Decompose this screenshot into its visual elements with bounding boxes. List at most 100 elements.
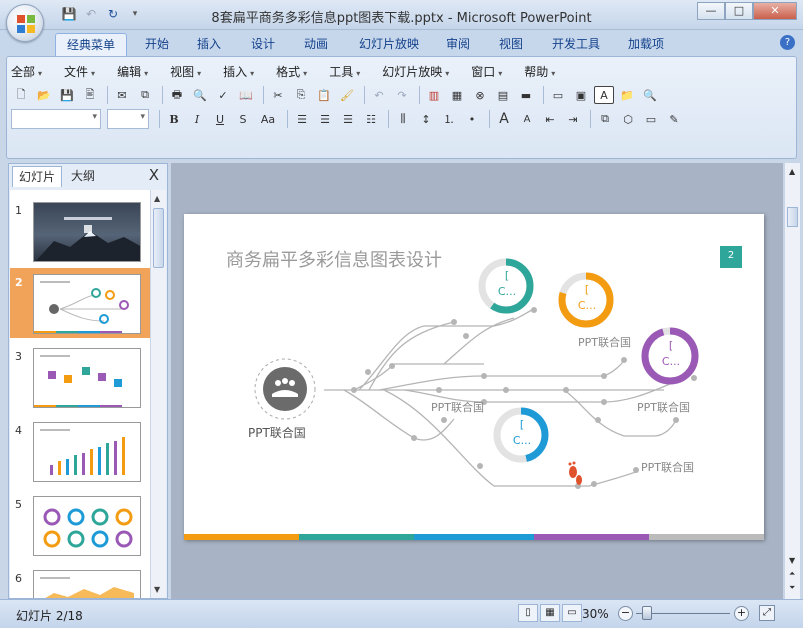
quick-styles-icon[interactable]: ⬡ [618, 110, 638, 128]
scroll-down-icon[interactable]: ▼ [789, 556, 795, 565]
permission-icon[interactable]: 🖹 [80, 86, 100, 104]
office-button[interactable] [6, 4, 44, 42]
tab-slideshow[interactable]: 幻灯片放映 [350, 33, 428, 56]
next-slide-icon[interactable]: ⏷ [789, 583, 795, 593]
zoom-icon[interactable]: 🔍 [640, 86, 660, 104]
menu-edit[interactable]: 编辑 [117, 63, 148, 81]
slide-canvas[interactable]: 商务扁平多彩信息图表设计 2 [C... [C... [C... [C.… [184, 214, 764, 540]
previous-slide-icon[interactable]: ⏶ [789, 569, 795, 579]
print-preview-icon[interactable]: 🔍 [190, 86, 210, 104]
scroll-thumb[interactable] [153, 208, 164, 268]
align-left-icon[interactable]: ☰ [292, 110, 312, 128]
menu-format[interactable]: 格式 [276, 63, 307, 81]
color-grayscale-icon[interactable]: ▬ [516, 86, 536, 104]
print-icon[interactable]: 🖶 [167, 86, 187, 104]
menu-window[interactable]: 窗口 [471, 63, 502, 81]
close-panel-icon[interactable]: X [149, 166, 159, 184]
grow-font-button[interactable]: A [494, 110, 514, 128]
tab-classic-menu[interactable]: 经典菜单 [55, 33, 127, 56]
branch-label-4[interactable]: PPT联合国 [641, 459, 694, 475]
line-spacing-icon[interactable]: ↕ [416, 110, 436, 128]
menu-help[interactable]: 帮助 [524, 63, 555, 81]
shadow-button[interactable]: S [233, 110, 253, 128]
save-icon[interactable]: 💾 [57, 86, 77, 104]
shrink-font-button[interactable]: A [517, 110, 537, 128]
publish-icon[interactable]: ⧉ [135, 86, 155, 104]
zoom-in-button[interactable]: + [734, 606, 749, 621]
underline-button[interactable]: U [210, 110, 230, 128]
align-center-icon[interactable]: ☰ [315, 110, 335, 128]
tab-view[interactable]: 视图 [490, 33, 532, 56]
menu-all[interactable]: 全部 [11, 63, 42, 81]
branch-label-3[interactable]: PPT联合国 [637, 399, 690, 415]
change-case-button[interactable]: Aa [256, 110, 280, 128]
align-right-icon[interactable]: ☰ [338, 110, 358, 128]
slide-sorter-icon[interactable]: ▦ [540, 604, 560, 622]
paste-icon[interactable]: 📋 [314, 86, 334, 104]
table-icon[interactable]: ▦ [447, 86, 467, 104]
shape-fill-icon[interactable]: ▭ [641, 110, 661, 128]
new-slide-icon[interactable]: ▭ [548, 86, 568, 104]
scroll-down-icon[interactable]: ▼ [154, 585, 160, 594]
thumbnail-slide-3[interactable]: 3 [10, 342, 150, 412]
thumbnail-slide-5[interactable]: 5 [10, 490, 150, 560]
new-file-icon[interactable]: 🗋 [11, 86, 31, 104]
arrange-icon[interactable]: ⧉ [595, 110, 615, 128]
tab-slides[interactable]: 幻灯片 [12, 166, 63, 187]
undo-icon[interactable]: ↶ [369, 86, 389, 104]
tab-animation[interactable]: 动画 [295, 33, 337, 56]
justify-icon[interactable]: ☷ [361, 110, 381, 128]
minimize-button[interactable]: — [697, 2, 725, 20]
shapes-icon[interactable]: 📁 [617, 86, 637, 104]
tab-addins[interactable]: 加载项 [620, 33, 672, 56]
menu-insert[interactable]: 插入 [223, 63, 254, 81]
tab-insert[interactable]: 插入 [188, 33, 230, 56]
tab-home[interactable]: 开始 [136, 33, 178, 56]
copy-icon[interactable]: ⎘ [291, 86, 311, 104]
thumbnail-slide-2[interactable]: 2 [10, 268, 150, 338]
thumbnail-slide-1[interactable]: 1 [10, 196, 150, 266]
scroll-up-icon[interactable]: ▲ [154, 194, 160, 203]
branch-label-1[interactable]: PPT联合国 [578, 334, 631, 350]
decrease-indent-icon[interactable]: ⇤ [540, 110, 560, 128]
close-button[interactable]: ✕ [753, 2, 797, 20]
font-name-combo[interactable] [11, 109, 101, 129]
open-folder-icon[interactable]: 📂 [34, 86, 54, 104]
maximize-button[interactable]: □ [725, 2, 753, 20]
cut-icon[interactable]: ✂ [268, 86, 288, 104]
tab-review[interactable]: 审阅 [437, 33, 479, 56]
menu-slideshow[interactable]: 幻灯片放映 [382, 63, 449, 81]
tab-outline[interactable]: 大纲 [65, 166, 101, 187]
redo-icon[interactable]: ↷ [392, 86, 412, 104]
help-icon[interactable]: ? [780, 35, 795, 50]
center-label[interactable]: PPT联合国 [248, 424, 306, 441]
italic-button[interactable]: I [187, 110, 207, 128]
slide-scrollbar[interactable]: ▲ ▼ ⏶ ⏷ [784, 163, 800, 599]
research-icon[interactable]: 📖 [236, 86, 256, 104]
tables-borders-icon[interactable]: ▤ [493, 86, 513, 104]
menu-tools[interactable]: 工具 [329, 63, 360, 81]
normal-view-icon[interactable]: ▯ [518, 604, 538, 622]
menu-view[interactable]: 视图 [170, 63, 201, 81]
format-painter-icon[interactable]: 🖌 [337, 86, 357, 104]
tab-design[interactable]: 设计 [242, 33, 284, 56]
hyperlink-icon[interactable]: ⊗ [470, 86, 490, 104]
numbering-icon[interactable]: ⒈ [439, 110, 459, 128]
branch-label-2[interactable]: PPT联合国 [431, 399, 484, 415]
text-box-icon[interactable]: A [594, 86, 614, 104]
tab-developer[interactable]: 开发工具 [545, 33, 607, 56]
bullets-icon[interactable]: • [462, 110, 482, 128]
scroll-up-icon[interactable]: ▲ [789, 167, 795, 176]
spelling-icon[interactable]: ✓ [213, 86, 233, 104]
slideshow-view-icon[interactable]: ▭ [562, 604, 582, 622]
increase-indent-icon[interactable]: ⇥ [563, 110, 583, 128]
scroll-thumb[interactable] [787, 207, 798, 227]
layout-icon[interactable]: ▣ [571, 86, 591, 104]
menu-file[interactable]: 文件 [64, 63, 95, 81]
thumbnails-scrollbar[interactable]: ▲ ▼ [150, 190, 166, 598]
zoom-level[interactable]: 30% [582, 607, 609, 621]
email-icon[interactable]: ✉ [112, 86, 132, 104]
thumbnail-slide-4[interactable]: 4 [10, 416, 150, 486]
chart-icon[interactable]: ▥ [424, 86, 444, 104]
thumbnail-slide-6[interactable]: 6 [10, 564, 150, 598]
